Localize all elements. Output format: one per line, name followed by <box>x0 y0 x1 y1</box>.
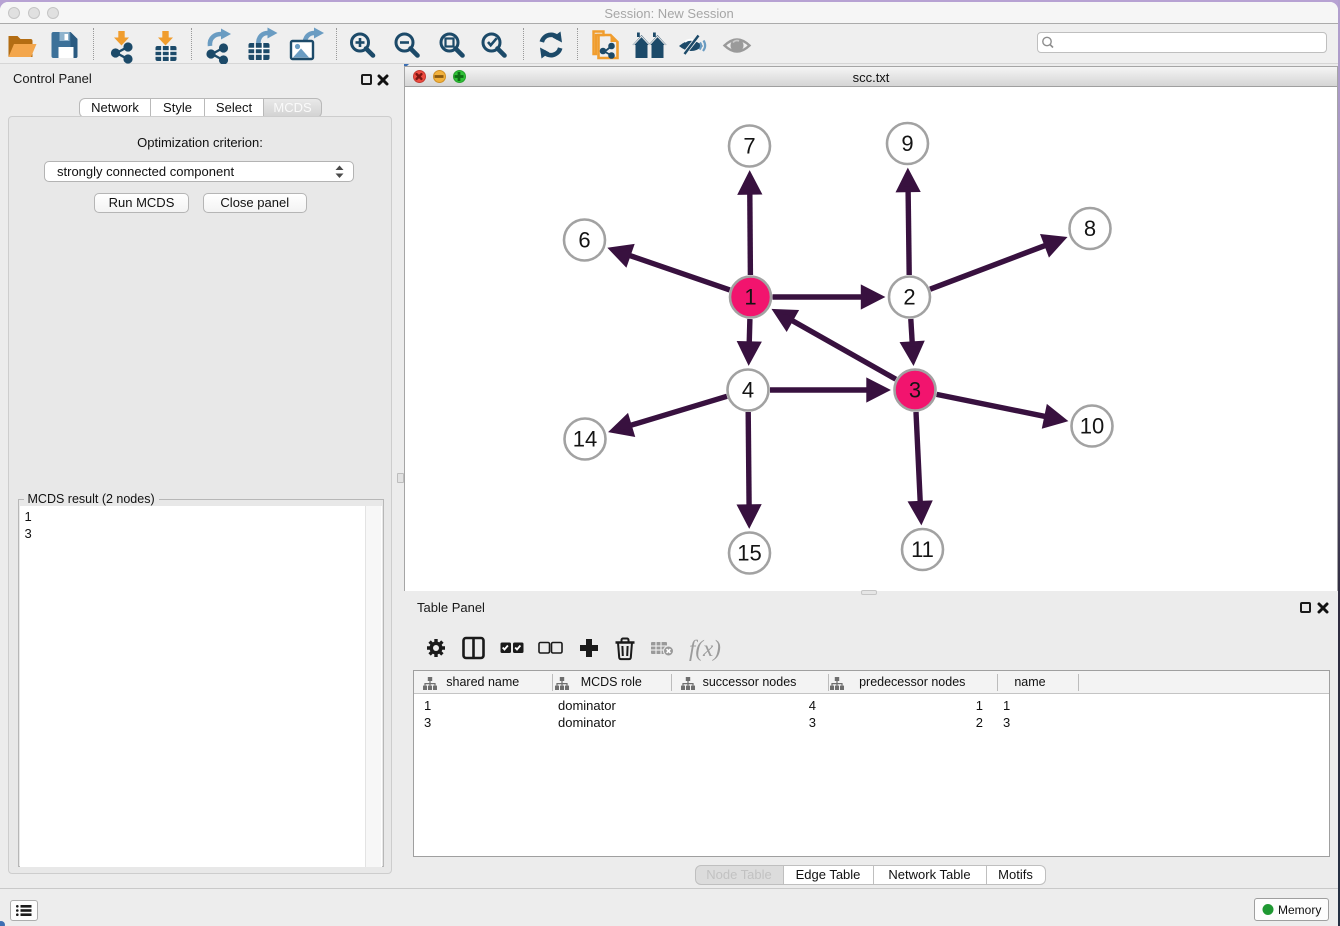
svg-text:1: 1 <box>744 285 756 310</box>
svg-text:14: 14 <box>573 427 597 452</box>
svg-text:6: 6 <box>578 228 590 253</box>
svg-text:8: 8 <box>1084 216 1096 241</box>
svg-text:7: 7 <box>743 134 755 159</box>
svg-text:4: 4 <box>742 378 754 403</box>
svg-text:3: 3 <box>909 378 921 403</box>
svg-text:10: 10 <box>1080 414 1104 439</box>
svg-text:9: 9 <box>901 131 913 156</box>
svg-text:15: 15 <box>737 541 761 566</box>
svg-text:2: 2 <box>903 285 915 310</box>
svg-text:f(x): f(x) <box>689 636 721 661</box>
svg-text:Memory: Memory <box>1278 903 1321 917</box>
svg-text:11: 11 <box>911 537 934 562</box>
